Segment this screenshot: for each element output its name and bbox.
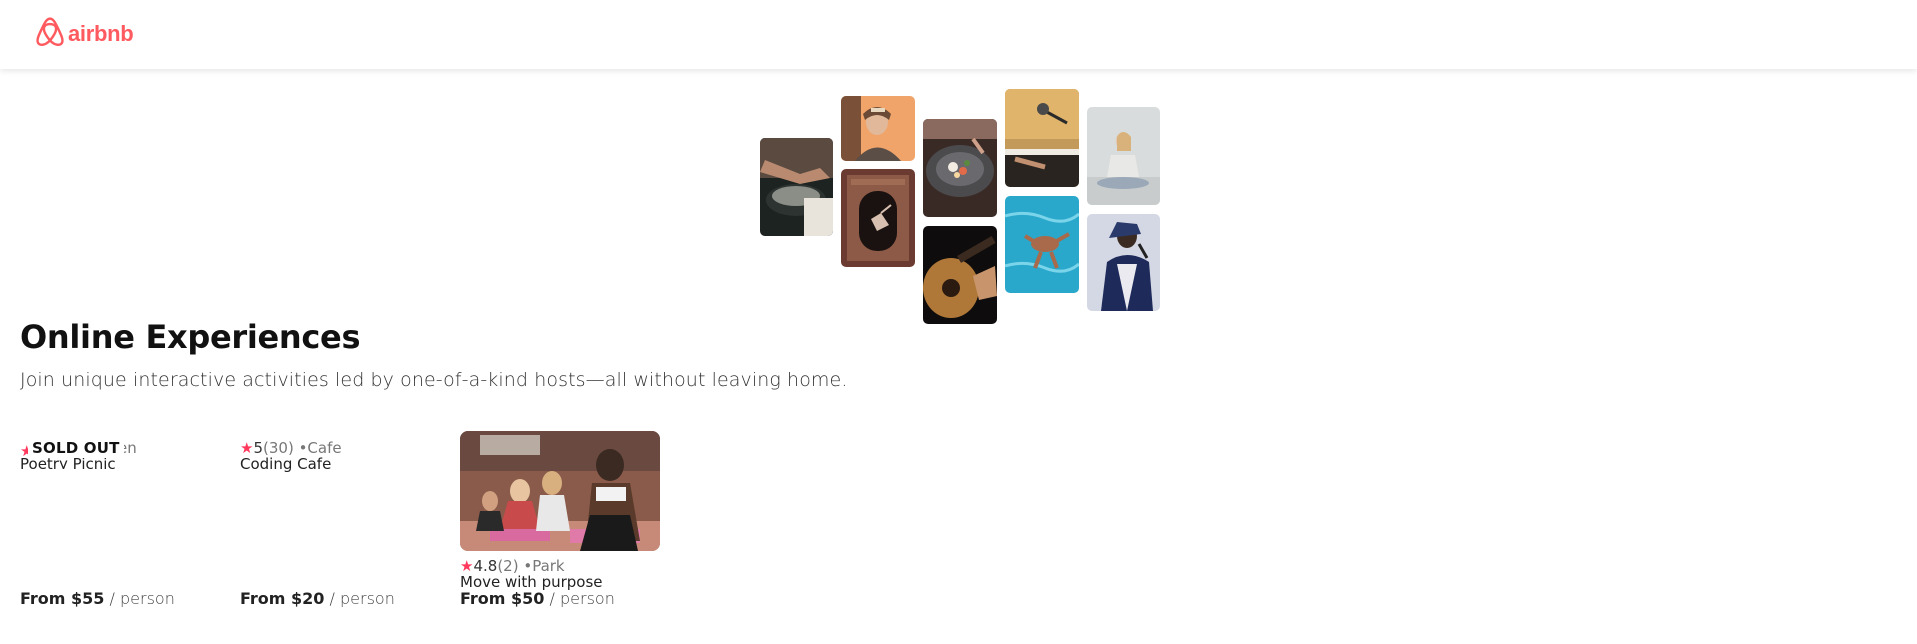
top-header: airbnb <box>0 0 1917 69</box>
experience-price: From $50 / person <box>460 589 615 608</box>
guitar-photo <box>923 226 997 324</box>
experience-card-coding-cafe[interactable]: ★5(30) •Cafe Coding Cafe From $20 / pers… <box>240 431 440 611</box>
dancer-doorway-photo <box>841 169 915 267</box>
cooking-hands-photo <box>760 138 833 236</box>
microphone-piano-photo <box>1005 89 1079 187</box>
singer-photo <box>1087 214 1160 311</box>
experience-card-poetry-picnic[interactable]: ★ SOLD OUT en Poetry Picnic From $55 / p… <box>20 431 220 611</box>
page-title: Online Experiences <box>20 318 361 356</box>
swimmer-pool-photo <box>1005 196 1079 293</box>
meditation-photo <box>1087 107 1160 205</box>
experience-price: From $55 / person <box>20 589 175 608</box>
page-subtitle: Join unique interactive activities led b… <box>20 369 848 391</box>
yoga-class-photo <box>460 431 660 551</box>
experience-price: From $20 / person <box>240 589 395 608</box>
experience-name: Coding Cafe <box>240 455 332 473</box>
airbnb-wordmark: airbnb <box>68 21 134 46</box>
experience-card-move-with-purpose[interactable]: ★4.8(2) •Park Move with purpose From $50… <box>460 431 660 611</box>
airbnb-belo-icon <box>35 16 65 53</box>
sold-out-badge: SOLD OUT <box>28 438 124 458</box>
woman-smiling-photo <box>841 96 915 161</box>
airbnb-logo-link[interactable]: airbnb <box>35 16 134 53</box>
food-bowl-photo <box>923 119 997 217</box>
